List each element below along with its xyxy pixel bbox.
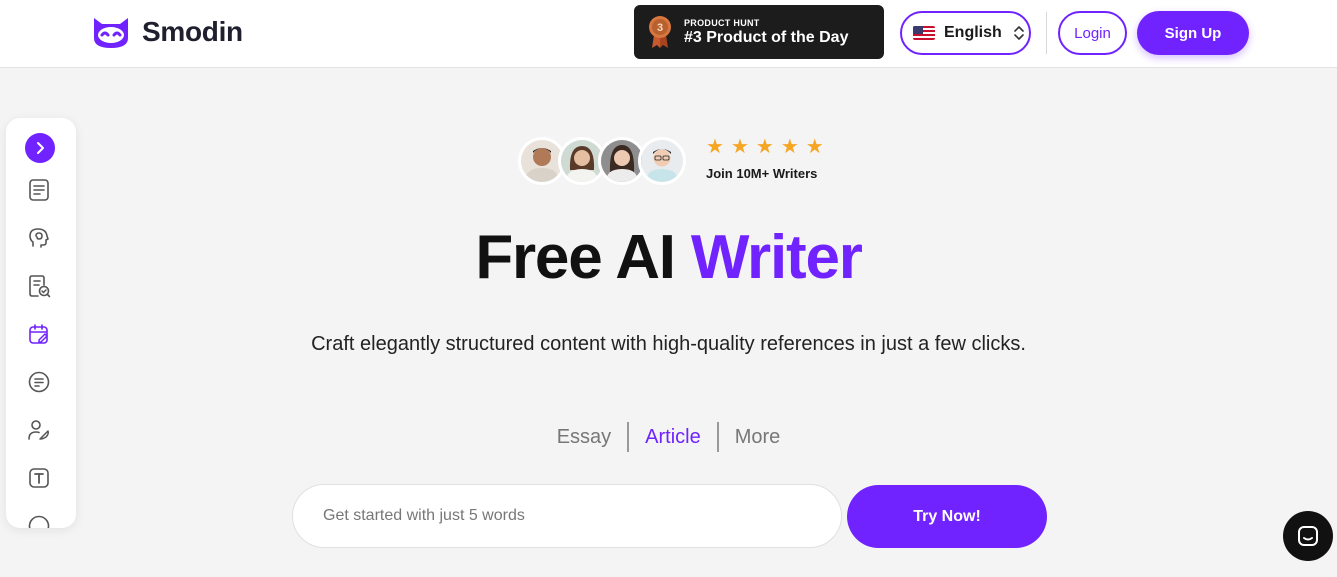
brand-name: Smodin: [142, 16, 243, 47]
tab-essay[interactable]: Essay: [541, 426, 627, 449]
brand-logo[interactable]: Smodin: [90, 14, 243, 50]
chevron-right-icon: [37, 142, 44, 154]
star-icon: ★: [805, 136, 824, 158]
prompt-input[interactable]: [293, 485, 841, 547]
product-hunt-label: PRODUCT HUNT: [684, 17, 760, 28]
document-lines-icon: [29, 179, 49, 201]
chat-icon: [1298, 526, 1318, 546]
sidebar-expand-button[interactable]: [25, 133, 55, 163]
star-icon: ★: [730, 136, 749, 158]
try-now-button[interactable]: Try Now!: [847, 485, 1047, 548]
title-accent: Writer: [690, 223, 863, 292]
circle-partial-icon: [28, 515, 50, 528]
writer-avatars: [518, 137, 686, 185]
logo-robot-icon: [94, 18, 128, 48]
star-icon: ★: [755, 136, 774, 158]
header-divider: [1046, 12, 1047, 54]
language-label: English: [944, 24, 1002, 41]
tab-article[interactable]: Article: [629, 426, 717, 449]
text-box-icon: [29, 468, 49, 488]
language-selector[interactable]: English: [900, 11, 1031, 55]
prompt-input-wrapper: [292, 484, 842, 548]
page-subtitle: Craft elegantly structured content with …: [311, 333, 1026, 355]
product-hunt-rank: #3 Product of the Day: [684, 28, 849, 46]
star-icon: ★: [706, 136, 724, 158]
sidebar-item-summarizer[interactable]: [25, 368, 53, 396]
summary-circle-icon: [28, 371, 50, 393]
content-type-tabs: Essay Article More: [0, 422, 1337, 452]
join-writers-text: Join 10M+ Writers: [706, 166, 818, 181]
us-flag-icon: [913, 26, 935, 40]
medal-icon: 3: [649, 16, 671, 48]
sidebar-item-writer[interactable]: [25, 176, 53, 204]
chevron-updown-icon: [1013, 26, 1024, 40]
rating-stars: ★ ★ ★ ★ ★: [706, 136, 824, 158]
top-header: Smodin 3 PRODUCT HUNT #3 Product of the …: [0, 0, 1337, 68]
avatar: [638, 137, 686, 185]
tools-sidebar: [6, 118, 76, 528]
sidebar-item-text[interactable]: [25, 464, 53, 492]
page-title: Free AI Writer: [0, 222, 1337, 293]
title-main: Free AI: [475, 223, 691, 292]
sidebar-item-more[interactable]: [25, 512, 53, 528]
medal-rank: 3: [657, 22, 663, 34]
product-hunt-badge[interactable]: 3 PRODUCT HUNT #3 Product of the Day: [634, 5, 884, 59]
star-icon: ★: [780, 136, 799, 158]
chat-launcher-button[interactable]: [1283, 511, 1333, 561]
signup-button[interactable]: Sign Up: [1137, 11, 1249, 55]
login-button[interactable]: Login: [1058, 11, 1127, 55]
tab-more[interactable]: More: [719, 426, 797, 449]
